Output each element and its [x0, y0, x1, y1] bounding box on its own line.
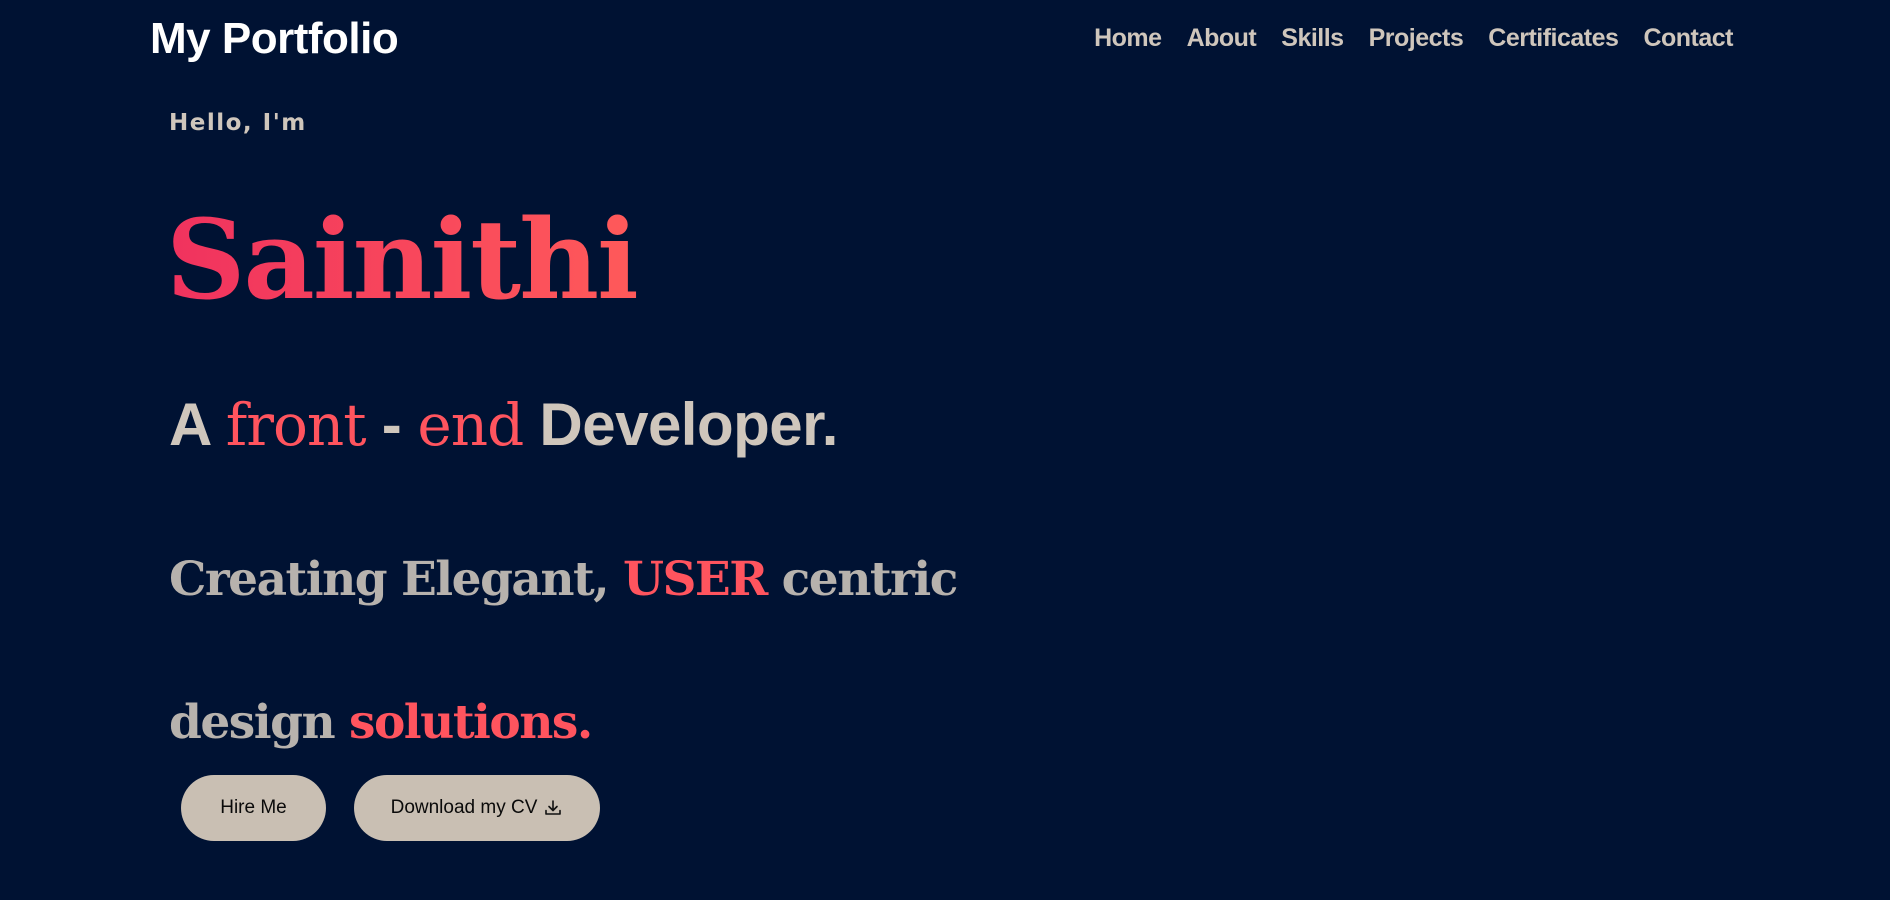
hero-name: Sainithi	[166, 190, 639, 330]
main-menu: Home About Skills Projects Certificates …	[1094, 24, 1733, 53]
download-icon	[543, 798, 563, 818]
hero-tagline-line1: Creating Elegant, USER centric	[169, 550, 959, 610]
nav-skills[interactable]: Skills	[1281, 24, 1344, 53]
hire-me-button[interactable]: Hire Me	[181, 775, 326, 841]
tagline1-before: Creating Elegant,	[169, 552, 623, 607]
role-accent-front: front	[225, 391, 367, 459]
nav-about[interactable]: About	[1187, 24, 1257, 53]
nav-projects[interactable]: Projects	[1369, 24, 1464, 53]
download-cv-label: Download my CV	[390, 797, 538, 818]
download-cv-button[interactable]: Download my CV	[354, 775, 600, 841]
hero-role: A front - end Developer.	[169, 388, 838, 462]
hire-me-label: Hire Me	[220, 797, 287, 818]
role-prefix: A	[169, 391, 226, 458]
role-accent-end: end	[417, 391, 524, 459]
tagline1-accent: USER	[623, 552, 768, 607]
role-dash: -	[365, 391, 418, 458]
tagline2-before: design	[169, 695, 349, 750]
tagline1-after: centric	[766, 552, 959, 607]
hero-tagline-line2: design solutions.	[169, 693, 593, 753]
site-brand[interactable]: My Portfolio	[150, 14, 399, 64]
role-suffix: Developer.	[523, 391, 838, 458]
top-navbar: My Portfolio Home About Skills Projects …	[0, 0, 1890, 80]
nav-contact[interactable]: Contact	[1643, 24, 1733, 53]
nav-home[interactable]: Home	[1094, 24, 1162, 53]
tagline2-accent: solutions.	[348, 695, 593, 750]
hero-greeting: Hello, I'm	[169, 110, 307, 136]
nav-certificates[interactable]: Certificates	[1488, 24, 1619, 53]
